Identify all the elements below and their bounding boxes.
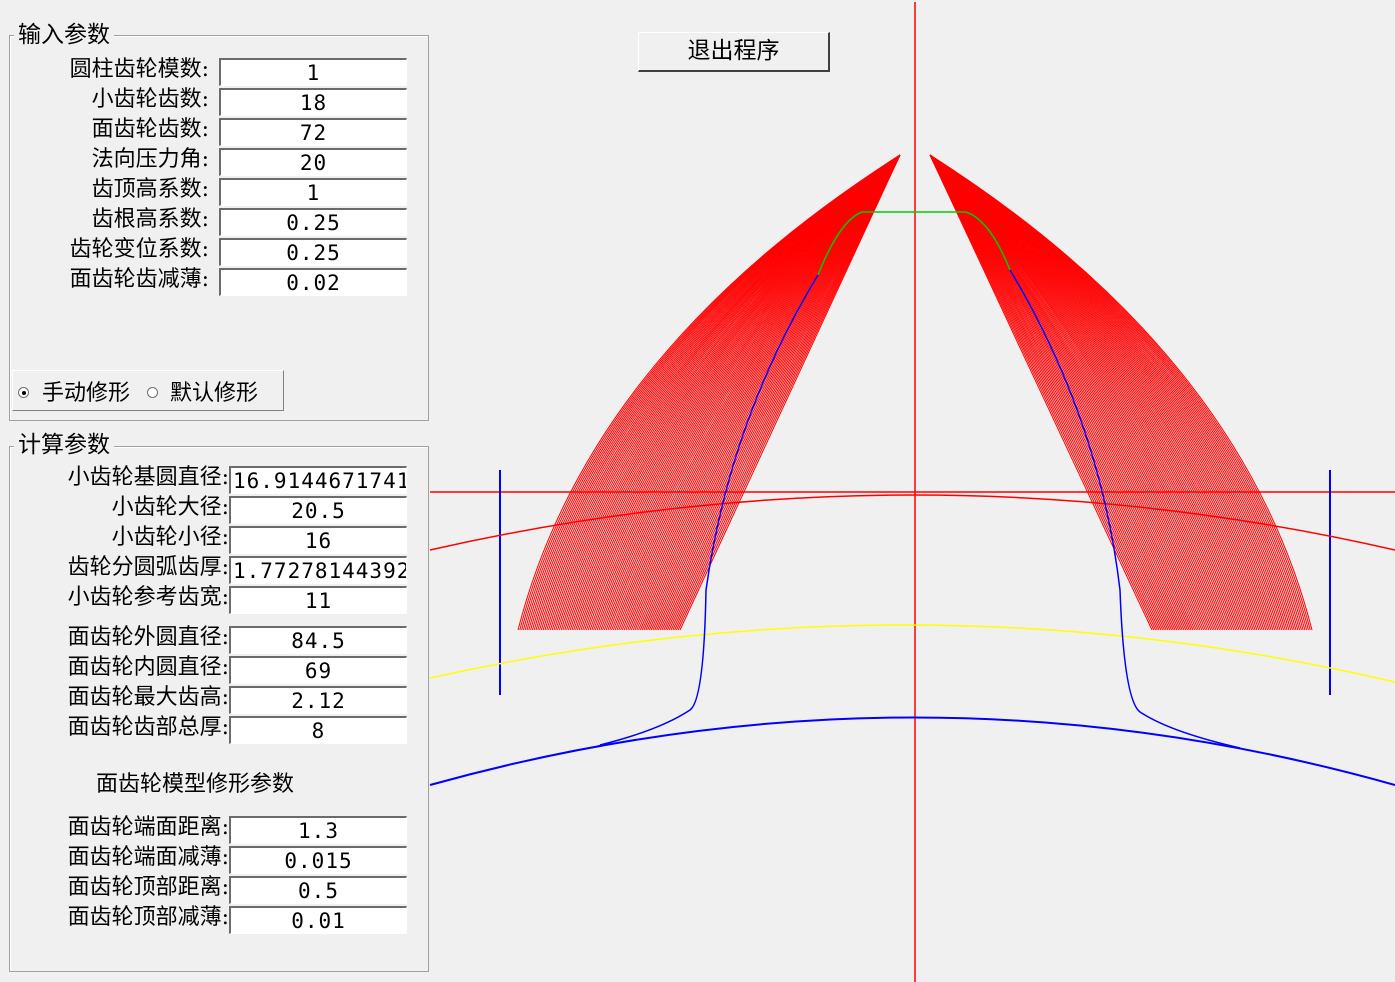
calc-param-label-4: 小齿轮参考齿宽:	[67, 585, 229, 610]
calc-param-label-6: 面齿轮内圆直径:	[67, 655, 229, 680]
pitch-yellow-arc	[429, 624, 1395, 683]
exit-button[interactable]: 退出程序	[638, 32, 830, 72]
input-param-label-7: 面齿轮齿减薄:	[69, 267, 209, 292]
input-param-input-1[interactable]: 18	[219, 88, 407, 116]
calc-param-input-0[interactable]: 16.9144671741	[229, 466, 407, 494]
manual-mod-radio[interactable]	[18, 387, 29, 398]
mod-param-input-0[interactable]: 1.3	[229, 816, 407, 844]
mod-param-input-1[interactable]: 0.015	[229, 846, 407, 874]
input-param-input-5[interactable]: 0.25	[219, 208, 407, 236]
root-blue-arc	[429, 716, 1395, 786]
input-param-input-7[interactable]: 0.02	[219, 268, 407, 296]
mod-param-input-3[interactable]: 0.01	[229, 906, 407, 934]
calc-param-input-2[interactable]: 16	[229, 526, 407, 554]
default-mod-label[interactable]: 默认修形	[170, 381, 258, 407]
calc-param-input-8[interactable]: 8	[229, 716, 407, 744]
mod-param-label-3: 面齿轮顶部减薄:	[67, 905, 229, 930]
calc-param-label-5: 面齿轮外圆直径:	[67, 625, 229, 650]
manual-mod-label[interactable]: 手动修形	[42, 381, 130, 407]
modification-params-heading: 面齿轮模型修形参数	[96, 772, 295, 797]
default-mod-radio[interactable]	[147, 387, 158, 398]
calc-param-label-8: 面齿轮齿部总厚:	[67, 715, 229, 740]
calc-param-input-5[interactable]: 84.5	[229, 626, 407, 654]
input-param-input-6[interactable]: 0.25	[219, 238, 407, 266]
input-param-input-0[interactable]: 1	[219, 58, 407, 86]
calc-params-title: 计算参数	[14, 432, 114, 458]
calc-param-input-6[interactable]: 69	[229, 656, 407, 684]
calc-param-label-7: 面齿轮最大齿高:	[67, 685, 229, 710]
input-param-input-3[interactable]: 20	[219, 148, 407, 176]
mod-param-label-0: 面齿轮端面距离:	[67, 815, 229, 840]
input-param-label-2: 面齿轮齿数:	[91, 117, 209, 142]
input-param-input-4[interactable]: 1	[219, 178, 407, 206]
calc-param-label-1: 小齿轮大径:	[111, 495, 229, 520]
mod-param-input-2[interactable]: 0.5	[229, 876, 407, 904]
input-param-label-4: 齿顶高系数:	[91, 177, 209, 202]
input-param-input-2[interactable]: 72	[219, 118, 407, 146]
input-param-label-5: 齿根高系数:	[91, 207, 209, 232]
calc-param-label-3: 齿轮分圆弧齿厚:	[67, 555, 229, 580]
calc-param-input-4[interactable]: 11	[229, 586, 407, 614]
mod-param-label-1: 面齿轮端面减薄:	[67, 845, 229, 870]
input-param-label-0: 圆柱齿轮模数:	[69, 57, 209, 82]
input-param-label-6: 齿轮变位系数:	[69, 237, 209, 262]
calc-param-label-2: 小齿轮小径:	[111, 525, 229, 550]
input-params-title: 输入参数	[14, 22, 114, 48]
input-param-label-1: 小齿轮齿数:	[91, 87, 209, 112]
calc-param-label-0: 小齿轮基圆直径:	[67, 465, 229, 490]
calc-param-input-7[interactable]: 2.12	[229, 686, 407, 714]
mod-param-label-2: 面齿轮顶部距离:	[67, 875, 229, 900]
input-param-label-3: 法向压力角:	[91, 147, 209, 172]
calc-param-input-3[interactable]: 1.77278144392	[229, 556, 407, 584]
calc-param-input-1[interactable]: 20.5	[229, 496, 407, 524]
